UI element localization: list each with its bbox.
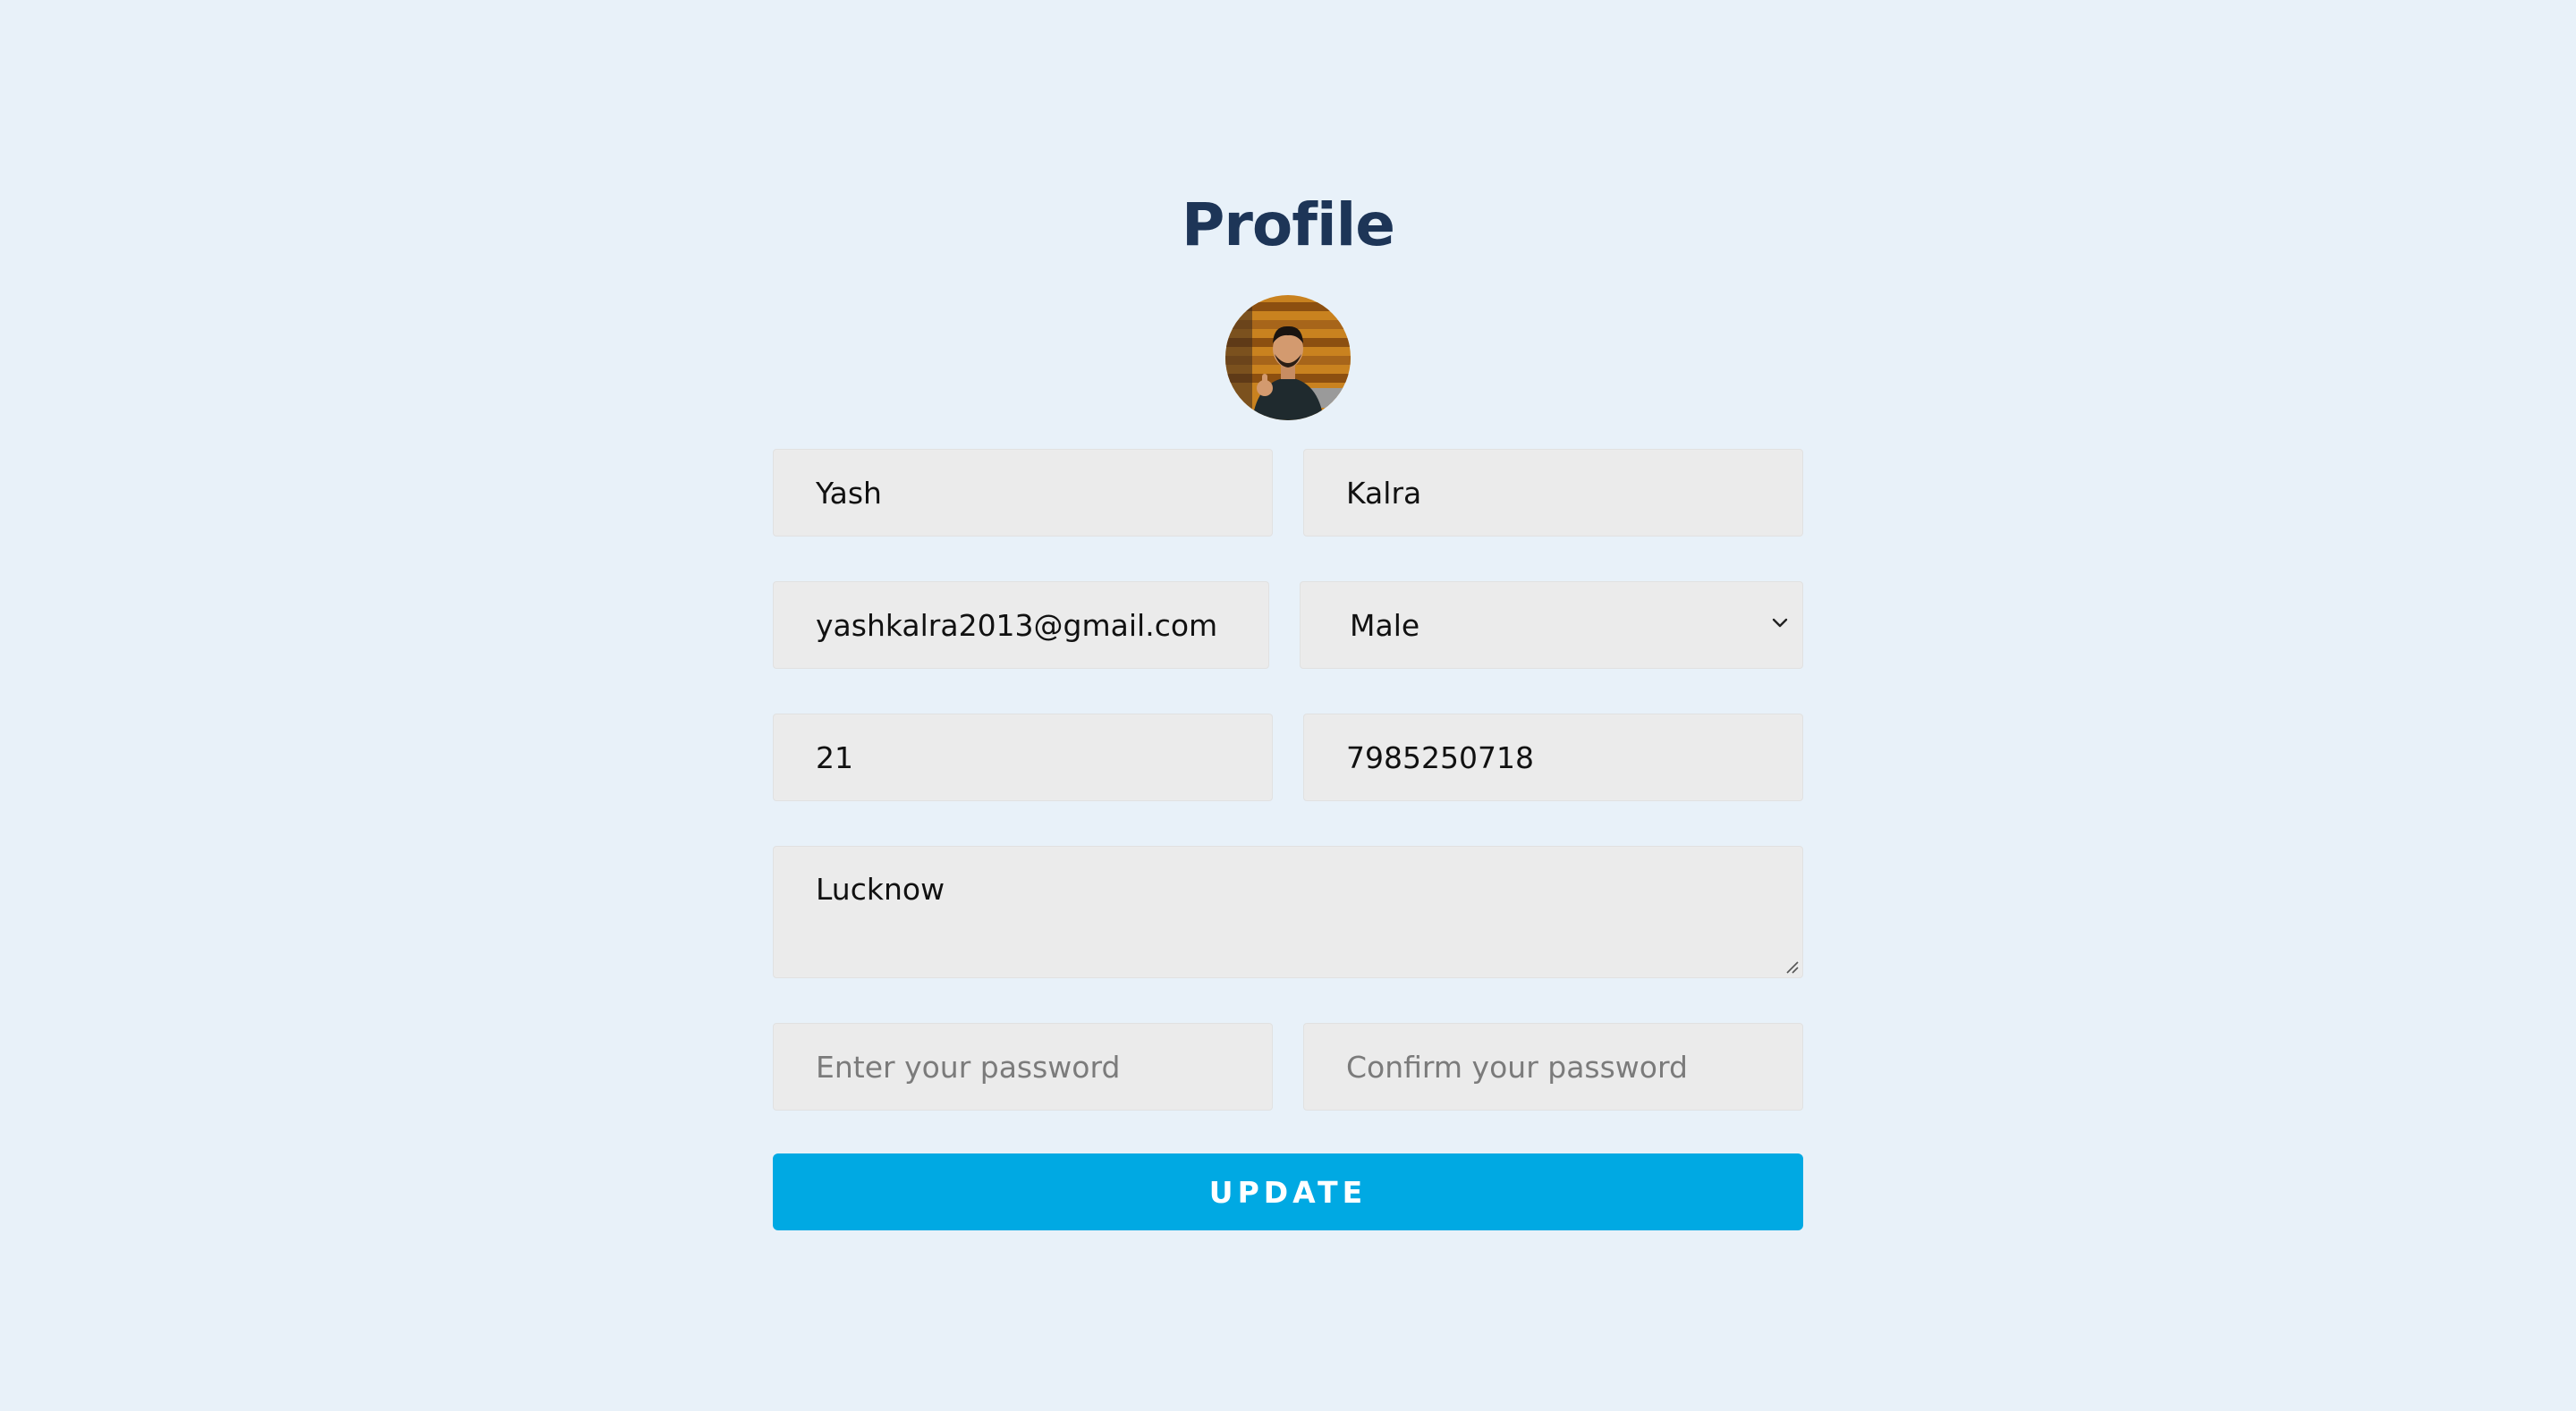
page-title: Profile bbox=[1182, 190, 1395, 259]
gender-select-value: Male bbox=[1350, 607, 1420, 643]
avatar-image bbox=[1225, 295, 1351, 420]
email-input[interactable]: yashkalra2013@gmail.com bbox=[773, 581, 1269, 669]
avatar-container bbox=[773, 295, 1803, 420]
address-row: Lucknow bbox=[773, 846, 1803, 978]
resize-handle-icon[interactable] bbox=[1784, 959, 1799, 974]
first-name-input[interactable]: Yash bbox=[773, 449, 1273, 537]
email-gender-row: yashkalra2013@gmail.com Male bbox=[773, 581, 1803, 669]
chevron-down-icon bbox=[1772, 618, 1788, 628]
avatar[interactable] bbox=[1225, 295, 1351, 420]
address-text: Lucknow bbox=[816, 872, 945, 907]
phone-input[interactable]: 7985250718 bbox=[1303, 714, 1803, 801]
last-name-input[interactable]: Kalra bbox=[1303, 449, 1803, 537]
age-input[interactable]: 21 bbox=[773, 714, 1273, 801]
confirm-password-input[interactable]: Confirm your password bbox=[1303, 1023, 1803, 1111]
password-input[interactable]: Enter your password bbox=[773, 1023, 1273, 1111]
profile-form: Yash Kalra yashkalra2013@gmail.com Male … bbox=[773, 449, 1803, 1230]
profile-card: Profile Yash Kalra yashkalra2013@gmail.c… bbox=[773, 179, 1803, 1230]
gender-select[interactable]: Male bbox=[1300, 581, 1803, 669]
password-row: Enter your password Confirm your passwor… bbox=[773, 1023, 1803, 1111]
address-textarea[interactable]: Lucknow bbox=[773, 846, 1803, 978]
name-row: Yash Kalra bbox=[773, 449, 1803, 537]
age-phone-row: 21 7985250718 bbox=[773, 714, 1803, 801]
update-button[interactable]: UPDATE bbox=[773, 1153, 1803, 1230]
